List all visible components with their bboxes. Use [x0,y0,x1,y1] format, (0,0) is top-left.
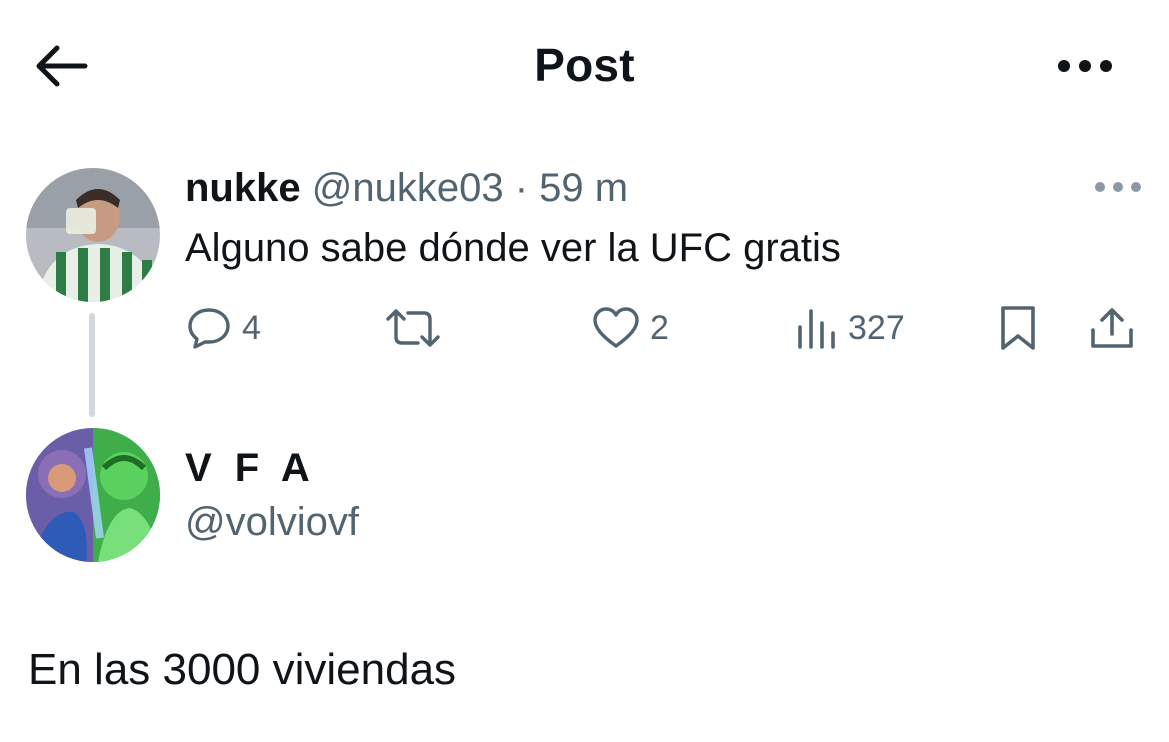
share-icon [1091,308,1133,348]
reply-icon [188,308,230,349]
parent-tweet-header: nukke @nukke03 · 59 m [185,164,628,212]
ellipsis-icon [1095,182,1141,192]
bookmark-button[interactable] [998,300,1038,356]
repost-button[interactable] [384,300,452,356]
tweet-more-button[interactable] [1088,172,1148,202]
heart-icon [593,307,639,348]
page-title: Post [534,39,635,91]
views-count: 327 [848,308,905,347]
bar-chart-icon [798,309,835,349]
reply-count: 4 [242,308,261,347]
share-button[interactable] [1088,300,1136,356]
like-button[interactable]: 2 [592,300,669,356]
author-handle[interactable]: @nukke03 [312,166,504,210]
more-options-button[interactable] [1050,44,1120,88]
ellipsis-icon [1058,60,1112,72]
separator-dot: · [514,166,529,210]
reply-text: En las 3000 viviendas [28,645,457,694]
repost-icon [386,309,440,347]
author-name[interactable]: nukke [185,166,301,210]
thread-connector-line [89,313,95,417]
parent-tweet-text: Alguno sabe dónde ver la UFC gratis [185,226,841,270]
tweet-time[interactable]: 59 m [539,166,628,210]
avatar[interactable] [26,168,160,302]
like-count: 2 [650,308,669,347]
avatar[interactable] [26,428,160,562]
avatar-photo [26,168,160,302]
reply-author-handle[interactable]: @volviovf [185,500,359,545]
avatar-artwork [26,428,160,562]
bookmark-icon [1001,306,1035,350]
reply-button[interactable]: 4 [186,300,261,356]
reply-author-name[interactable]: V F A [185,446,316,491]
views-button[interactable]: 327 [796,300,905,356]
